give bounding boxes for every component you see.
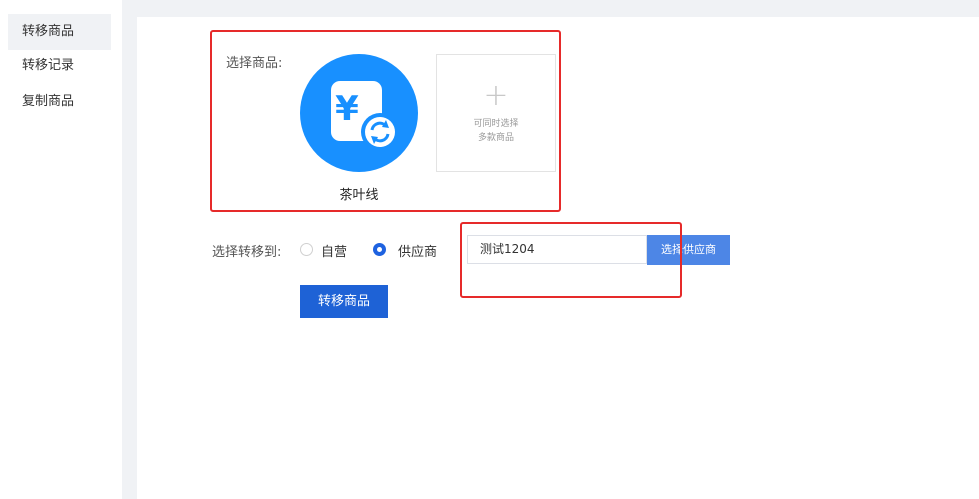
sidebar-item-transfer-records[interactable]: 转移记录 [8,48,111,84]
transfer-products-button[interactable]: 转移商品 [300,285,388,318]
sidebar-gutter [122,0,137,499]
radio-supplier[interactable] [373,243,386,256]
radio-supplier-label[interactable]: 供应商 [398,241,437,260]
sidebar-item-transfer-products[interactable]: 转移商品 [8,14,111,50]
plus-icon: + [483,78,509,113]
radio-self-operated-label[interactable]: 自营 [321,241,347,260]
add-hint-line2: 多款商品 [477,133,514,143]
product-card[interactable]: ¥ [300,54,418,172]
highlight-supplier-area [460,222,682,298]
select-product-label: 选择商品: [226,56,283,71]
transfer-to-label: 选择转移到: [212,245,282,260]
product-name: 茶叶线 [339,188,379,203]
add-product-button[interactable]: + 可同时选择 多款商品 [436,54,556,172]
yen-refresh-icon: ¥ [331,81,399,151]
svg-text:¥: ¥ [335,89,359,129]
add-hint-line1: 可同时选择 [473,119,519,129]
radio-self-operated[interactable] [300,243,313,256]
add-product-hint: 可同时选择 多款商品 [437,117,555,145]
sidebar-item-copy-products[interactable]: 复制商品 [8,84,111,120]
sidebar: 转移商品 转移记录 复制商品 [0,0,122,499]
